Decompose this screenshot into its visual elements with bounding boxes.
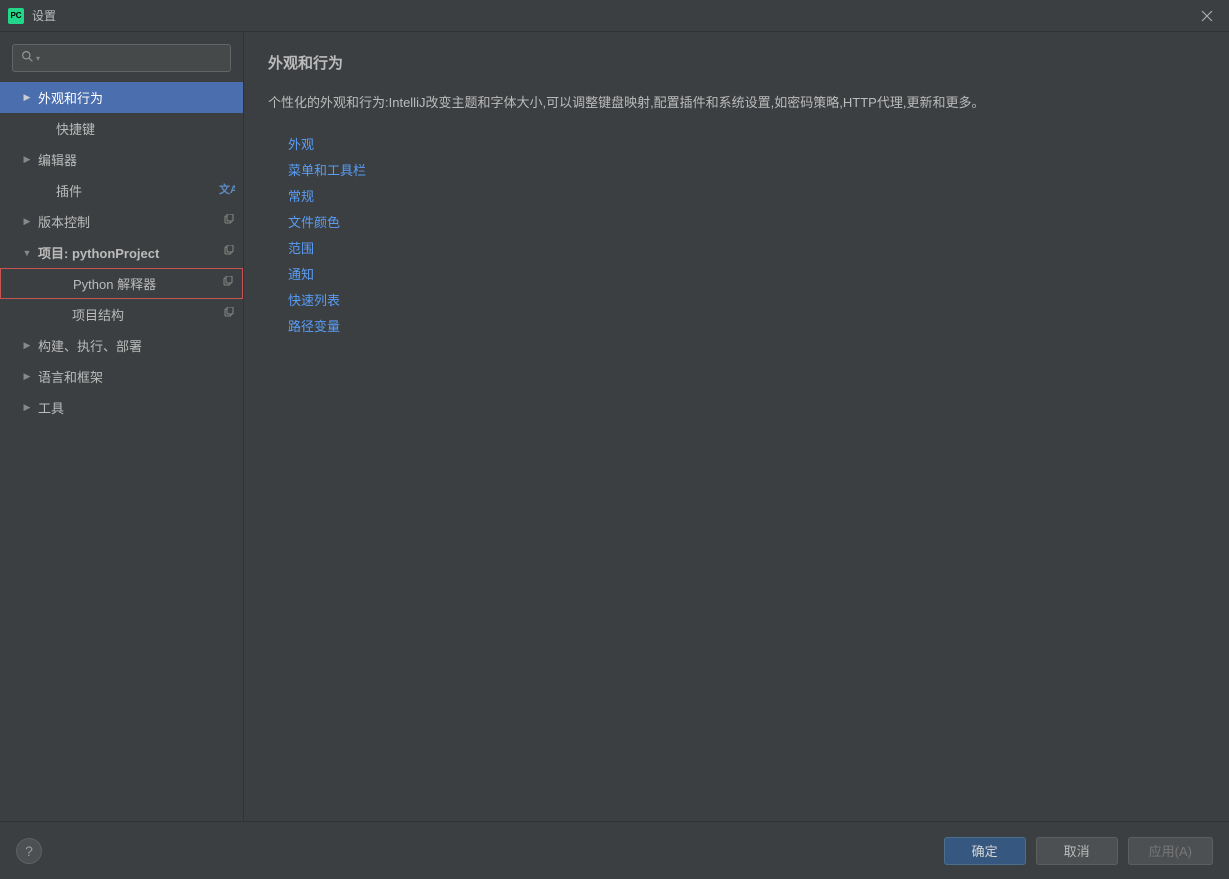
app-icon: PC [8,8,24,24]
settings-link-1[interactable]: 菜单和工具栏 [288,158,1205,184]
chevron-right-icon: ▶ [20,371,34,382]
svg-text:文A: 文A [219,182,235,196]
sidebar-item-label: 快捷键 [56,119,235,138]
sidebar-item-10[interactable]: ▶ 工具 [0,392,243,423]
settings-link-5[interactable]: 通知 [288,262,1205,288]
chevron-right-icon: ▶ [20,154,34,165]
project-scope-icon [223,307,235,322]
chevron-right-icon: ▶ [20,216,34,227]
sidebar-item-8[interactable]: ▶ 构建、执行、部署 [0,330,243,361]
settings-link-6[interactable]: 快速列表 [288,288,1205,314]
sidebar-item-label: 插件 [56,181,219,200]
sidebar-item-7[interactable]: ▶项目结构 [0,299,243,330]
project-scope-icon [223,245,235,260]
cancel-button[interactable]: 取消 [1036,837,1118,865]
sidebar-item-6[interactable]: ▶Python 解释器 [0,268,243,299]
search-dropdown-icon: ▾ [36,54,40,63]
ok-button[interactable]: 确定 [944,837,1026,865]
settings-tree: ▶外观和行为▶快捷键▶编辑器▶插件文A▶版本控制▼项目: pythonProje… [0,82,243,821]
chevron-right-icon: ▶ [20,402,34,413]
sidebar-item-2[interactable]: ▶ 编辑器 [0,144,243,175]
window-title: 设置 [32,7,1193,24]
search-icon [21,50,34,66]
sidebar-item-9[interactable]: ▶ 语言和框架 [0,361,243,392]
title-bar: PC 设置 [0,0,1229,32]
translate-icon: 文A [219,181,235,200]
settings-link-7[interactable]: 路径变量 [288,314,1205,340]
sidebar-item-label: 语言和框架 [38,367,235,386]
footer: ? 确定 取消 应用(A) [0,821,1229,879]
sidebar-item-1[interactable]: ▶快捷键 [0,113,243,144]
close-button[interactable] [1193,2,1221,30]
sidebar: ▾ ▶外观和行为▶快捷键▶编辑器▶插件文A▶版本控制▼项目: pythonPro… [0,32,244,821]
search-box[interactable]: ▾ [12,44,231,72]
apply-button[interactable]: 应用(A) [1128,837,1213,865]
sidebar-item-5[interactable]: ▼ 项目: pythonProject [0,237,243,268]
sidebar-item-label: 编辑器 [38,150,235,169]
sidebar-item-label: Python 解释器 [73,274,222,293]
sidebar-item-label: 项目结构 [72,305,223,324]
sidebar-item-label: 构建、执行、部署 [38,336,235,355]
close-icon [1201,10,1213,22]
project-scope-icon [223,214,235,229]
chevron-down-icon: ▼ [20,248,34,258]
search-input[interactable] [44,51,222,66]
chevron-right-icon: ▶ [20,340,34,351]
settings-link-0[interactable]: 外观 [288,132,1205,158]
settings-link-4[interactable]: 范围 [288,236,1205,262]
sidebar-item-4[interactable]: ▶ 版本控制 [0,206,243,237]
link-list: 外观菜单和工具栏常规文件颜色范围通知快速列表路径变量 [268,132,1205,340]
sidebar-item-label: 外观和行为 [38,88,235,107]
content-title: 外观和行为 [268,52,1205,73]
project-scope-icon [222,276,234,291]
chevron-right-icon: ▶ [20,92,34,103]
settings-link-3[interactable]: 文件颜色 [288,210,1205,236]
settings-link-2[interactable]: 常规 [288,184,1205,210]
sidebar-item-label: 版本控制 [38,212,223,231]
content-panel: 外观和行为 个性化的外观和行为:IntelliJ改变主题和字体大小,可以调整键盘… [244,32,1229,821]
sidebar-item-label: 项目: pythonProject [38,243,223,262]
help-button[interactable]: ? [16,838,42,864]
sidebar-item-label: 工具 [38,398,235,417]
main-area: ▾ ▶外观和行为▶快捷键▶编辑器▶插件文A▶版本控制▼项目: pythonPro… [0,32,1229,821]
content-description: 个性化的外观和行为:IntelliJ改变主题和字体大小,可以调整键盘映射,配置插… [268,93,1205,114]
sidebar-item-3[interactable]: ▶插件文A [0,175,243,206]
sidebar-item-0[interactable]: ▶ 外观和行为 [0,82,243,113]
